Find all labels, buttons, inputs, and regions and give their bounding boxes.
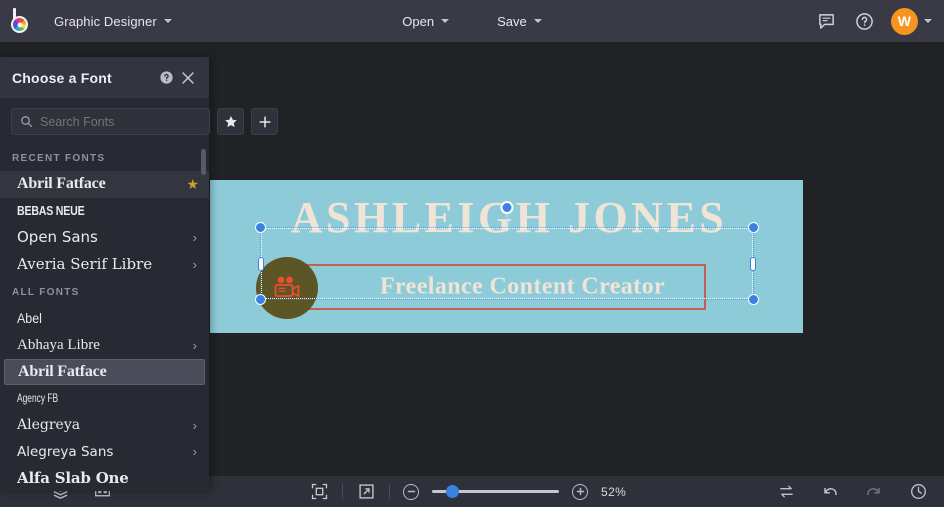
help-circle-icon[interactable] — [853, 10, 875, 32]
comment-icon[interactable] — [815, 10, 837, 32]
favorite-fonts-button[interactable] — [217, 108, 244, 135]
help-circle-icon[interactable] — [155, 67, 177, 89]
recent-font-row[interactable]: Open Sans › — [0, 224, 209, 251]
swap-icon[interactable] — [776, 482, 796, 502]
font-name-label: Open Sans — [17, 228, 98, 247]
font-name-label: Averia Serif Libre — [17, 255, 153, 274]
resize-handle-bottom-left[interactable] — [255, 294, 266, 305]
rotate-handle-stem — [506, 213, 508, 228]
recent-font-row[interactable]: Abril Fatface ★ — [0, 171, 209, 198]
font-row[interactable]: Agency FB — [0, 385, 209, 412]
font-row[interactable]: Abel — [0, 305, 209, 332]
font-row[interactable]: Abhaya Libre › — [0, 332, 209, 359]
document-title-menu[interactable]: Graphic Designer — [44, 8, 182, 34]
font-row[interactable]: Alegreya Sans › — [0, 438, 209, 465]
open-menu-label: Open — [402, 13, 435, 29]
search-input[interactable] — [40, 114, 201, 129]
star-icon — [224, 115, 237, 127]
chevron-right-icon: › — [192, 229, 197, 245]
font-name-label: Alegreya — [17, 417, 81, 434]
add-font-button[interactable] — [251, 108, 278, 135]
font-row[interactable]: Alegreya › — [0, 412, 209, 439]
font-name-label: Abril Fatface — [17, 175, 106, 193]
font-name-label: Alegreya Sans — [17, 443, 114, 460]
font-name-label: Abril Fatface — [18, 362, 107, 380]
all-fonts-label: ALL FONTS — [12, 287, 80, 299]
recent-font-row[interactable]: BEBAS NEUE — [0, 198, 209, 225]
top-bar-actions: W — [815, 0, 932, 42]
history-clock-icon[interactable] — [908, 482, 928, 502]
star-icon[interactable]: ★ — [186, 176, 199, 193]
font-name-label: Alfa Slab One — [17, 469, 129, 488]
plus-icon — [576, 487, 584, 496]
fit-to-screen-icon[interactable] — [309, 482, 329, 502]
all-fonts-list: Abel Abhaya Libre › Abril Fatface Agency FB A… — [0, 305, 209, 491]
font-row[interactable]: Abril Fatface — [4, 358, 205, 386]
save-menu-button[interactable]: Save — [486, 9, 553, 34]
recent-font-row[interactable]: Averia Serif Libre › — [0, 251, 209, 278]
zoom-level-label: 52% — [601, 484, 627, 499]
undo-icon[interactable] — [820, 482, 840, 502]
selection-outline — [261, 228, 753, 299]
font-name-label: Abhaya Libre — [17, 336, 100, 353]
zoom-out-button[interactable] — [403, 483, 419, 500]
close-icon[interactable] — [177, 67, 199, 89]
expand-icon[interactable] — [356, 482, 376, 502]
resize-handle-left[interactable] — [258, 256, 264, 271]
redo-icon[interactable] — [864, 482, 884, 502]
recent-fonts-list: Abril Fatface ★ BEBAS NEUE Open Sans › Averia… — [0, 171, 209, 277]
app-root: Graphic Designer Open Save W ASHLEIGH JO… — [0, 0, 944, 507]
toolbar-divider — [389, 484, 390, 499]
minus-icon — [407, 490, 415, 493]
document-title-label: Graphic Designer — [54, 13, 157, 29]
chevron-right-icon: › — [192, 256, 197, 272]
chevron-down-icon — [163, 19, 172, 23]
font-list-scroll-area[interactable]: RECENT FONTS Abril Fatface ★ BEBAS NEUE Ope… — [0, 143, 209, 491]
font-name-label: Abel — [17, 311, 42, 327]
search-icon — [21, 116, 33, 128]
chevron-right-icon: › — [192, 337, 197, 353]
font-name-label: Agency FB — [17, 391, 59, 406]
resize-handle-top-left[interactable] — [255, 222, 266, 233]
font-row[interactable]: Alfa Slab One — [0, 465, 209, 491]
top-bar: Graphic Designer Open Save W — [0, 0, 944, 42]
chevron-down-icon — [533, 19, 542, 23]
resize-handle-right[interactable] — [750, 256, 756, 271]
font-search-row — [0, 98, 278, 143]
font-name-label: BEBAS NEUE — [17, 203, 85, 219]
font-panel-title: Choose a Font — [12, 69, 112, 86]
zoom-slider[interactable] — [432, 485, 559, 499]
font-list-scrollbar[interactable] — [201, 149, 206, 175]
save-menu-label: Save — [497, 13, 527, 29]
zoom-in-button[interactable] — [572, 483, 588, 500]
selection-box[interactable] — [255, 201, 759, 305]
rotate-handle[interactable] — [500, 201, 514, 214]
bottom-bar-right-tools — [776, 482, 928, 502]
chevron-right-icon: › — [192, 417, 197, 433]
chevron-down-icon — [924, 19, 932, 23]
zoom-slider-thumb[interactable] — [445, 485, 459, 498]
resize-handle-bottom-right[interactable] — [748, 294, 759, 305]
plus-icon — [258, 115, 271, 128]
avatar: W — [891, 7, 918, 35]
resize-handle-top-right[interactable] — [748, 222, 759, 233]
color-wheel-logo-icon — [9, 8, 33, 34]
app-logo-button[interactable] — [0, 0, 42, 42]
recent-fonts-label: RECENT FONTS — [12, 153, 106, 164]
chevron-right-icon: › — [192, 444, 197, 460]
chevron-down-icon — [441, 19, 450, 23]
open-menu-button[interactable]: Open — [391, 9, 460, 34]
toolbar-divider — [342, 484, 343, 499]
user-avatar-menu[interactable]: W — [891, 7, 932, 35]
font-panel-header: Choose a Font — [0, 57, 209, 98]
choose-a-font-panel: Choose a Font Search Fonts RECENT FONTS … — [0, 57, 278, 491]
search-input-wrapper[interactable] — [11, 108, 210, 135]
